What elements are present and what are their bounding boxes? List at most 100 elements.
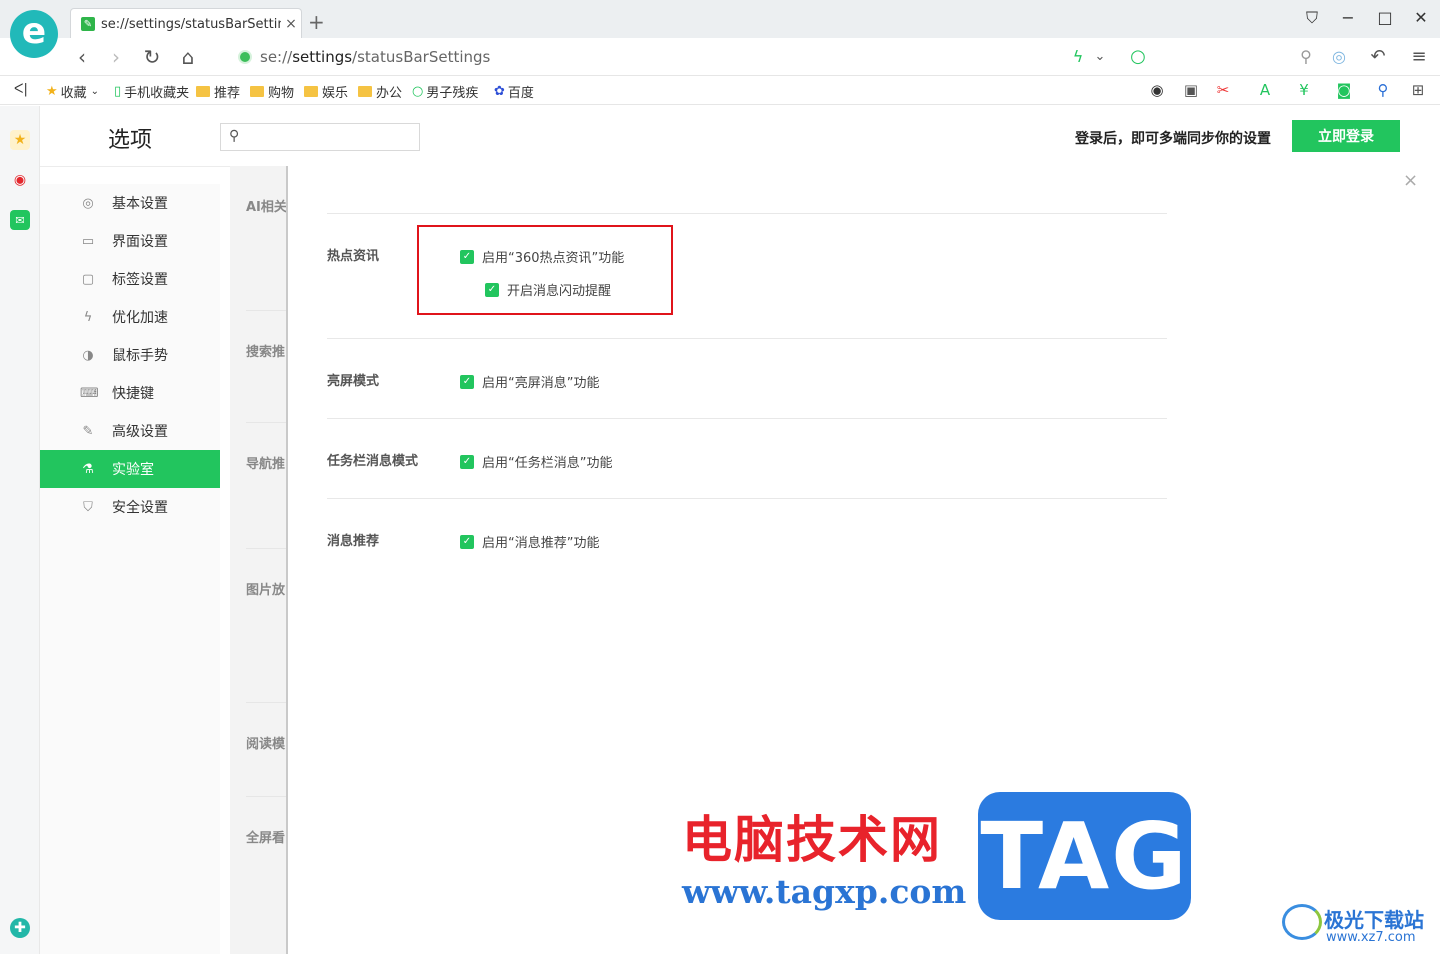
search-icon[interactable]: ⚲	[1294, 46, 1318, 68]
star-icon: ★	[46, 84, 58, 99]
bookmark-folder[interactable]: 购物	[250, 82, 294, 101]
settings-menu: ◎ 基本设置 ▭ 界面设置 ▢ 标签设置 ϟ 优化加速 ◑ 鼠标手势 ⌨ 快捷键 ✎ 高级设置…	[40, 184, 220, 954]
window-icon: ▭	[81, 233, 95, 249]
shield-icon: ⛉	[83, 499, 93, 515]
bg-section-label: 全屏看	[246, 831, 286, 846]
translate-icon[interactable]: A	[1254, 81, 1276, 99]
star-icon[interactable]: ★	[10, 130, 30, 150]
forward-icon[interactable]: ›	[104, 46, 128, 68]
search-tool-icon[interactable]: ⚲	[1372, 81, 1394, 99]
skin-icon[interactable]: ⛉	[1300, 8, 1324, 28]
wrench-icon: ✎	[82, 423, 94, 439]
ai-icon[interactable]: ◎	[1327, 46, 1351, 68]
bright-screen-checkbox[interactable]: ✓ 启用“亮屏消息”功能	[460, 372, 599, 391]
back-icon[interactable]: ‹	[70, 46, 94, 68]
tab-settings[interactable]: ✎ se://settings/statusBarSettings ×	[70, 8, 302, 39]
divider	[327, 418, 1167, 419]
close-window-icon[interactable]: ✕	[1409, 8, 1433, 27]
apps-icon[interactable]: ⊞	[1407, 81, 1429, 99]
new-tab-button[interactable]: +	[308, 12, 325, 32]
divider	[327, 498, 1167, 499]
checkbox-checked-icon: ✓	[460, 454, 474, 469]
bg-section-label: 图片放	[246, 583, 286, 598]
address-field[interactable]: se://settings/statusBarSettings	[260, 48, 490, 66]
menu-item-shortcuts[interactable]: ⌨ 快捷键	[40, 374, 220, 412]
lightning-icon: ϟ	[83, 309, 93, 325]
sidebar-toggle[interactable]: ᐸ|	[14, 82, 28, 97]
bookmark-favorites[interactable]: ★ 收藏 ⌄	[46, 82, 99, 101]
close-icon[interactable]: ×	[1403, 170, 1418, 191]
plugin-icon[interactable]: ✚	[10, 918, 30, 938]
divider	[327, 338, 1167, 339]
minimize-icon[interactable]: −	[1336, 8, 1360, 27]
bg-section-label: 阅读模	[246, 737, 286, 752]
divider	[246, 422, 290, 423]
coupon-icon[interactable]: ¥	[1293, 81, 1315, 99]
watermark-logo-icon	[1282, 904, 1322, 940]
home-icon[interactable]: ⌂	[176, 46, 200, 68]
chevron-down-icon[interactable]: ⌄	[1088, 46, 1112, 68]
bg-section-label: 导航推	[246, 457, 286, 472]
watermark-text: 电脑技术网	[682, 811, 942, 869]
bg-section-label: AI相关	[246, 200, 287, 215]
mail-icon[interactable]: ✉	[10, 210, 30, 230]
divider	[246, 310, 290, 311]
watermark-url: www.tagxp.com	[682, 872, 967, 911]
menu-item-lab[interactable]: ⚗ 实验室	[40, 450, 220, 488]
wrench-icon: ✎	[81, 17, 95, 31]
message-recommend-checkbox[interactable]: ✓ 启用“消息推荐”功能	[460, 532, 599, 551]
bookmark-link[interactable]: ○ 男子残疾	[412, 82, 478, 101]
reload-icon[interactable]: ↻	[140, 46, 164, 68]
weibo-icon[interactable]: ◉	[10, 170, 30, 190]
watermark-site-name: 极光下载站	[1324, 908, 1424, 932]
navigation-bar: ‹ › ↻ ⌂ se://settings/statusBarSettings …	[0, 38, 1440, 76]
keyboard-icon: ⌨	[80, 385, 99, 401]
taskbar-message-checkbox[interactable]: ✓ 启用“任务栏消息”功能	[460, 452, 612, 471]
menu-item-security[interactable]: ⛉ 安全设置	[40, 488, 220, 526]
paw-icon: ✿	[494, 84, 505, 99]
background-content: AI相关 搜索推 导航推 图片放 阅读模 全屏看	[230, 166, 290, 954]
folder-icon	[196, 86, 210, 97]
folder-icon	[304, 86, 318, 97]
menu-item-tabs[interactable]: ▢ 标签设置	[40, 260, 220, 298]
login-hint: 登录后，即可多端同步你的设置	[1075, 131, 1271, 147]
bookmark-folder[interactable]: 办公	[358, 82, 402, 101]
menu-item-mouse[interactable]: ◑ 鼠标手势	[40, 336, 220, 374]
highlight-box	[417, 225, 673, 315]
browser-logo-icon[interactable]: e	[10, 10, 58, 58]
search-engine-icon[interactable]: ○	[1126, 46, 1150, 68]
tab-icon: ▢	[81, 271, 95, 287]
bookmark-mobile[interactable]: ▯ 手机收藏夹	[114, 82, 189, 101]
settings-icon: ◎	[82, 195, 94, 211]
menu-icon[interactable]: ≡	[1407, 46, 1431, 68]
mouse-icon: ◑	[82, 347, 94, 363]
bookmark-folder[interactable]: 娱乐	[304, 82, 348, 101]
bookmark-baidu[interactable]: ✿ 百度	[494, 82, 534, 101]
checkbox-checked-icon: ✓	[460, 374, 474, 389]
menu-item-speed[interactable]: ϟ 优化加速	[40, 298, 220, 336]
folder-icon	[358, 86, 372, 97]
maximize-icon[interactable]: □	[1373, 8, 1397, 27]
undo-icon[interactable]: ↶	[1366, 46, 1390, 68]
lightning-icon[interactable]: ϟ	[1066, 46, 1090, 68]
flask-icon: ⚗	[82, 461, 94, 477]
page-title: 选项	[108, 128, 153, 153]
tab-close-button[interactable]: ×	[281, 16, 301, 32]
divider	[246, 702, 290, 703]
menu-item-interface[interactable]: ▭ 界面设置	[40, 222, 220, 260]
menu-item-basic[interactable]: ◎ 基本设置	[40, 184, 220, 222]
folder-icon	[250, 86, 264, 97]
divider	[246, 796, 290, 797]
menu-item-advanced[interactable]: ✎ 高级设置	[40, 412, 220, 450]
bookmark-folder[interactable]: 推荐	[196, 82, 240, 101]
settings-search-input[interactable]: ⚲	[220, 123, 420, 151]
phone-icon: ▯	[114, 84, 122, 99]
section-title: 亮屏模式	[327, 374, 380, 389]
login-button[interactable]: 立即登录	[1292, 120, 1400, 152]
section-title: 消息推荐	[327, 534, 380, 549]
left-rail: ★ ◉ ✉ ✚	[0, 106, 40, 954]
reader-icon[interactable]: ▣	[1180, 81, 1202, 99]
game-icon[interactable]: ◙	[1333, 81, 1355, 99]
cursor-icon[interactable]: ◉	[1146, 81, 1168, 99]
scissors-icon[interactable]: ✂	[1212, 81, 1234, 99]
